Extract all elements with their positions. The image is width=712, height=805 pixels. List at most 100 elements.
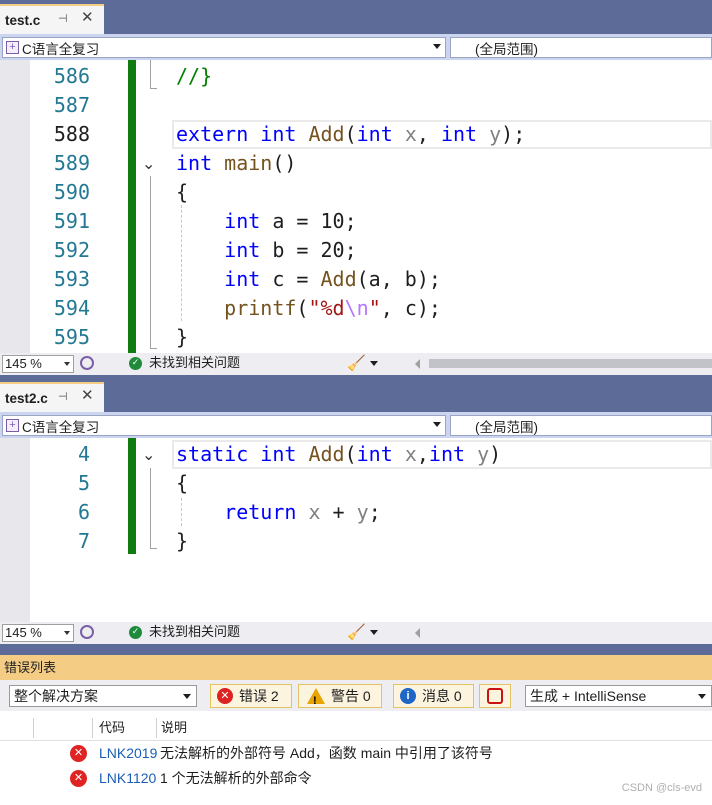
line-number: 591 (53, 209, 90, 233)
close-icon[interactable]: ✕ (81, 386, 94, 404)
pin-icon[interactable]: ⊣ (58, 390, 68, 403)
editor-status-bar: 145 % ✓ 未找到相关问题 🧹 (0, 622, 712, 644)
check-circle-icon: ✓ (129, 626, 142, 639)
code-text: static int Add(int x,int y) (176, 442, 502, 466)
code-line: 594 printf("%d\n", c); (0, 294, 712, 323)
chevron-down-icon (183, 694, 191, 699)
error-grid-header: 代码 说明 (0, 715, 712, 741)
column-separator[interactable] (33, 718, 34, 738)
chevron-down-icon[interactable] (370, 630, 378, 635)
issues-status[interactable]: 未找到相关问题 (149, 624, 240, 642)
code-text: int b = 20; (224, 238, 357, 262)
line-number: 588 (53, 122, 90, 146)
column-header-code[interactable]: 代码 (99, 715, 125, 741)
code-line: 593 int c = Add(a, b); (0, 265, 712, 294)
messages-filter-button[interactable]: i 消息 0 (393, 684, 474, 708)
error-icon: ✕ (70, 745, 87, 762)
project-dropdown[interactable]: + C语言全复习 (2, 415, 446, 436)
error-row[interactable]: ✕ LNK2019 无法解析的外部符号 Add，函数 main 中引用了该符号 (0, 741, 712, 766)
horizontal-scrollbar[interactable] (413, 353, 712, 375)
build-intellisense-dropdown[interactable]: 生成 + IntelliSense (525, 685, 712, 707)
code-text: } (176, 325, 189, 349)
errors-count-label: 错误 2 (239, 688, 279, 704)
code-line: 592 int b = 20; (0, 236, 712, 265)
column-header-description[interactable]: 说明 (161, 715, 187, 741)
error-code[interactable]: LNK2019 (99, 741, 159, 766)
scope-label: (全局范围) (475, 419, 538, 435)
broom-icon[interactable]: 🧹 (347, 623, 366, 641)
project-icon: + (6, 419, 19, 432)
check-circle-icon: ✓ (129, 357, 142, 370)
code-line: 589 ⌄ int main() (0, 149, 712, 178)
solution-scope-value: 整个解决方案 (14, 688, 98, 704)
error-icon: ✕ (70, 770, 87, 787)
messages-count-label: 消息 0 (422, 688, 462, 704)
close-icon[interactable]: ✕ (81, 8, 94, 26)
error-row[interactable]: ✕ LNK1120 1 个无法解析的外部命令 (0, 766, 712, 791)
zoom-value: 145 % (5, 356, 42, 371)
navigation-bar: + C语言全复习 (全局范围) (0, 34, 712, 60)
navigation-bar: + C语言全复习 (全局范围) (0, 412, 712, 438)
tab-title: test.c (5, 12, 41, 28)
code-line-current: 4 ⌄ static int Add(int x,int y) (0, 440, 712, 469)
line-number: 587 (53, 93, 90, 117)
chevron-down-icon[interactable] (370, 361, 378, 366)
scope-label: (全局范围) (475, 41, 538, 57)
code-line: 6 return x + y; (0, 498, 712, 527)
warnings-count-label: 警告 0 (331, 688, 371, 704)
scroll-left-icon[interactable] (415, 359, 420, 369)
line-number: 6 (77, 500, 90, 524)
chevron-down-icon (698, 694, 706, 699)
code-editor[interactable]: 4 ⌄ static int Add(int x,int y) 5 { 6 re… (0, 438, 712, 622)
tab-strip-test-c: test.c ⊣ ✕ (0, 0, 712, 34)
scope-dropdown[interactable]: (全局范围) (450, 415, 712, 436)
code-text: { (176, 180, 189, 204)
code-line: 5 { (0, 469, 712, 498)
error-code[interactable]: LNK1120 (99, 766, 159, 791)
issues-status[interactable]: 未找到相关问题 (149, 355, 240, 373)
solution-scope-dropdown[interactable]: 整个解决方案 (9, 685, 197, 707)
line-number: 586 (53, 64, 90, 88)
tab-test-c[interactable]: test.c ⊣ ✕ (0, 4, 104, 34)
info-icon: i (400, 688, 416, 704)
chevron-down-icon[interactable]: ⌄ (142, 440, 155, 469)
intellicode-icon[interactable] (80, 625, 94, 639)
error-list-toolbar: 整个解决方案 ✕ 错误 2 ! 警告 0 i 消息 0 生成 + Intelli… (0, 680, 712, 711)
warning-icon-mark: ! (313, 695, 317, 707)
column-separator[interactable] (156, 718, 157, 738)
chevron-down-icon (433, 44, 441, 49)
line-number: 5 (77, 471, 90, 495)
scroll-left-icon[interactable] (415, 628, 420, 638)
code-text: printf("%d\n", c); (224, 296, 441, 320)
pane-splitter[interactable] (0, 644, 712, 655)
column-separator[interactable] (92, 718, 93, 738)
code-text: extern int Add(int x, int y); (176, 122, 526, 146)
filter-toggle-button[interactable] (479, 684, 511, 708)
scroll-thumb[interactable] (429, 359, 712, 368)
broom-icon[interactable]: 🧹 (347, 354, 366, 372)
chevron-down-icon (64, 631, 70, 635)
scope-dropdown[interactable]: (全局范围) (450, 37, 712, 58)
warnings-filter-button[interactable]: ! 警告 0 (298, 684, 382, 708)
tab-test2-c[interactable]: test2.c ⊣ ✕ (0, 382, 104, 412)
line-number: 4 (77, 442, 90, 466)
line-number: 592 (53, 238, 90, 262)
error-description: 无法解析的外部符号 Add，函数 main 中引用了该符号 (160, 745, 493, 761)
line-number: 593 (53, 267, 90, 291)
code-text: //} (176, 64, 213, 88)
errors-filter-button[interactable]: ✕ 错误 2 (210, 684, 292, 708)
project-name: C语言全复习 (22, 419, 100, 435)
horizontal-scrollbar[interactable] (413, 622, 712, 644)
line-number: 589 (53, 151, 90, 175)
line-number: 594 (53, 296, 90, 320)
code-line: 595 } (0, 323, 712, 352)
filter-icon (487, 688, 503, 704)
intellicode-icon[interactable] (80, 356, 94, 370)
project-dropdown[interactable]: + C语言全复习 (2, 37, 446, 58)
code-line: 7 } (0, 527, 712, 556)
chevron-down-icon[interactable]: ⌄ (142, 149, 155, 178)
zoom-dropdown[interactable]: 145 % (2, 624, 74, 642)
zoom-dropdown[interactable]: 145 % (2, 355, 74, 373)
code-editor[interactable]: 586 //} 587 588 extern int Add(int x, in… (0, 60, 712, 353)
pin-icon[interactable]: ⊣ (58, 12, 68, 25)
